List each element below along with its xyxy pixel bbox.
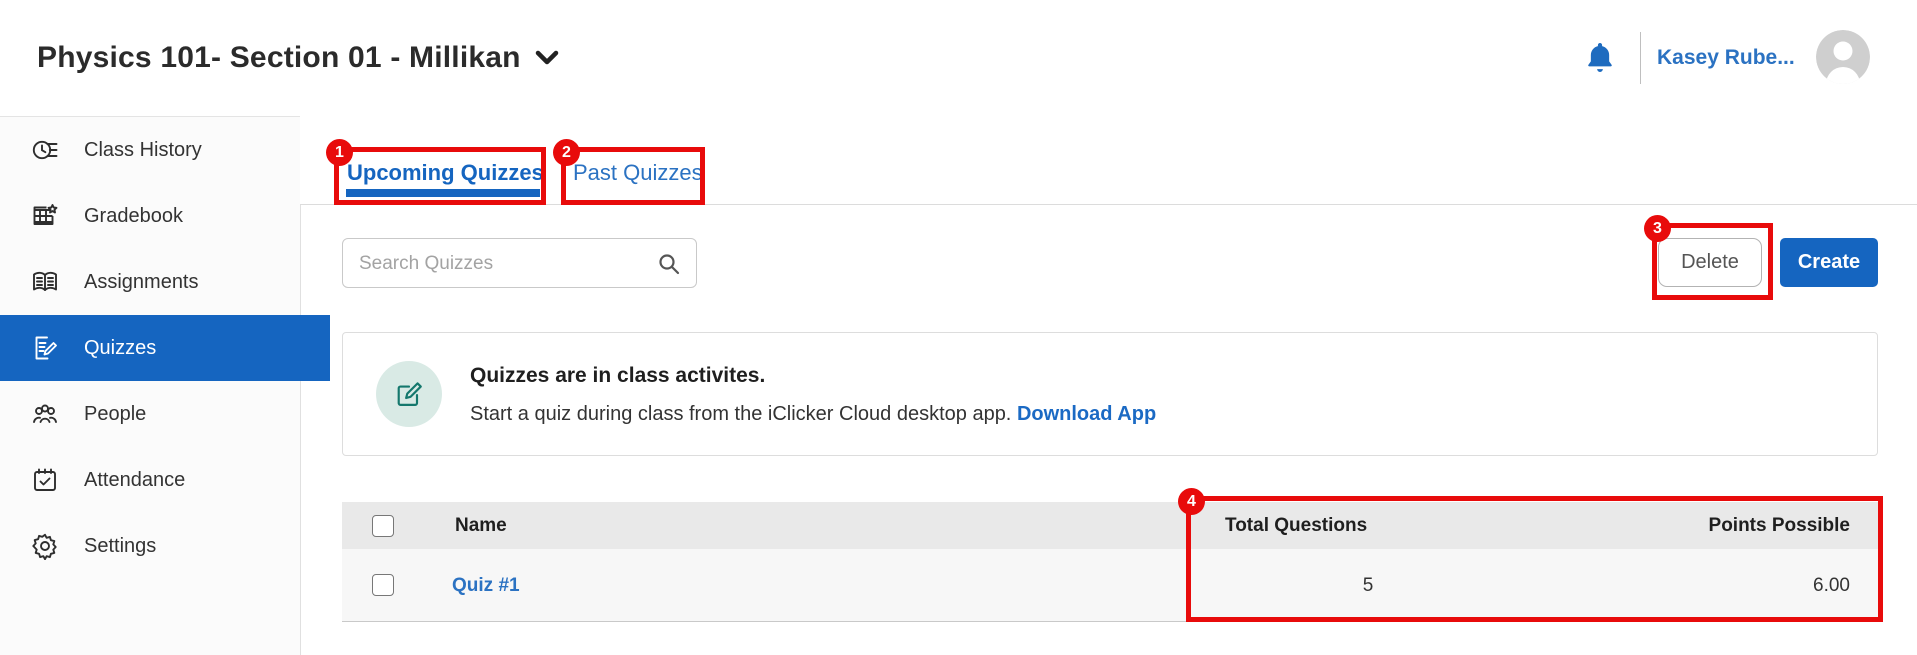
table-row: Quiz #1 5 6.00 xyxy=(342,549,1878,622)
search-icon[interactable] xyxy=(656,251,682,277)
delete-button[interactable]: Delete xyxy=(1658,238,1762,287)
create-button[interactable]: Create xyxy=(1780,238,1878,287)
notifications-bell-icon[interactable] xyxy=(1584,41,1616,75)
row-checkbox[interactable] xyxy=(372,574,394,596)
clock-history-icon xyxy=(30,135,60,165)
sidebar-item-label: Class History xyxy=(84,138,202,161)
active-tab-underline xyxy=(346,189,540,197)
sidebar-item-label: Attendance xyxy=(84,468,186,491)
chevron-down-icon xyxy=(535,50,559,66)
calendar-check-icon xyxy=(30,465,60,495)
sidebar-item-quizzes[interactable]: Quizzes xyxy=(0,315,330,381)
course-switcher[interactable]: Physics 101- Section 01 - Millikan xyxy=(37,0,559,116)
sidebar-item-attendance[interactable]: Attendance xyxy=(0,447,300,513)
sidebar-item-settings[interactable]: Settings xyxy=(0,513,300,579)
column-header-points-possible[interactable]: Points Possible xyxy=(1709,515,1850,537)
gradebook-icon xyxy=(30,201,60,231)
top-bar: Physics 101- Section 01 - Millikan Kasey… xyxy=(0,0,1917,117)
sidebar-item-people[interactable]: People xyxy=(0,381,300,447)
download-app-link[interactable]: Download App xyxy=(1017,403,1156,425)
gear-icon xyxy=(30,531,60,561)
quiz-points-possible: 6.00 xyxy=(1813,575,1850,596)
quizzes-table-header: Name Total Questions Points Possible xyxy=(342,502,1878,549)
search-input[interactable] xyxy=(357,240,651,288)
sidebar-nav: Class History Gradebook Assignments Quiz… xyxy=(0,117,330,655)
select-all-checkbox[interactable] xyxy=(372,515,394,537)
course-title: Physics 101- Section 01 - Millikan xyxy=(37,41,521,74)
header-divider xyxy=(1640,32,1641,84)
people-icon xyxy=(30,399,60,429)
quizzes-info-card xyxy=(342,332,1878,456)
sidebar-item-label: People xyxy=(84,402,147,425)
column-header-total-questions[interactable]: Total Questions xyxy=(1225,515,1367,537)
tab-past-quizzes[interactable]: Past Quizzes xyxy=(573,160,703,186)
info-card-text: Start a quiz during class from the iClic… xyxy=(470,403,1012,425)
sidebar-item-class-history[interactable]: Class History xyxy=(0,117,300,183)
info-card-body: Start a quiz during class from the iClic… xyxy=(470,403,1156,426)
sidebar-item-gradebook[interactable]: Gradebook xyxy=(0,183,300,249)
tab-upcoming-quizzes[interactable]: Upcoming Quizzes xyxy=(347,160,544,186)
sidebar-item-assignments[interactable]: Assignments xyxy=(0,249,300,315)
sidebar-item-label: Assignments xyxy=(84,270,199,293)
sidebar-item-label: Settings xyxy=(84,534,157,557)
search-quizzes-box xyxy=(342,238,697,288)
user-menu[interactable]: Kasey Rube... xyxy=(1657,0,1795,116)
sidebar-item-label: Quizzes xyxy=(84,336,157,359)
quiz-total-questions: 5 xyxy=(1362,575,1374,596)
iclicker-quizzes-page: Physics 101- Section 01 - Millikan Kasey… xyxy=(0,0,1917,655)
user-name: Kasey Rube... xyxy=(1657,46,1795,69)
user-avatar[interactable] xyxy=(1816,30,1870,84)
assignments-book-icon xyxy=(30,267,60,297)
column-header-name[interactable]: Name xyxy=(455,515,507,537)
quiz-name-link[interactable]: Quiz #1 xyxy=(452,575,520,597)
quiz-pencil-icon xyxy=(30,333,60,363)
info-card-title: Quizzes are in class activites. xyxy=(470,364,766,387)
sidebar-item-label: Gradebook xyxy=(84,204,183,227)
edit-note-icon xyxy=(376,361,442,427)
